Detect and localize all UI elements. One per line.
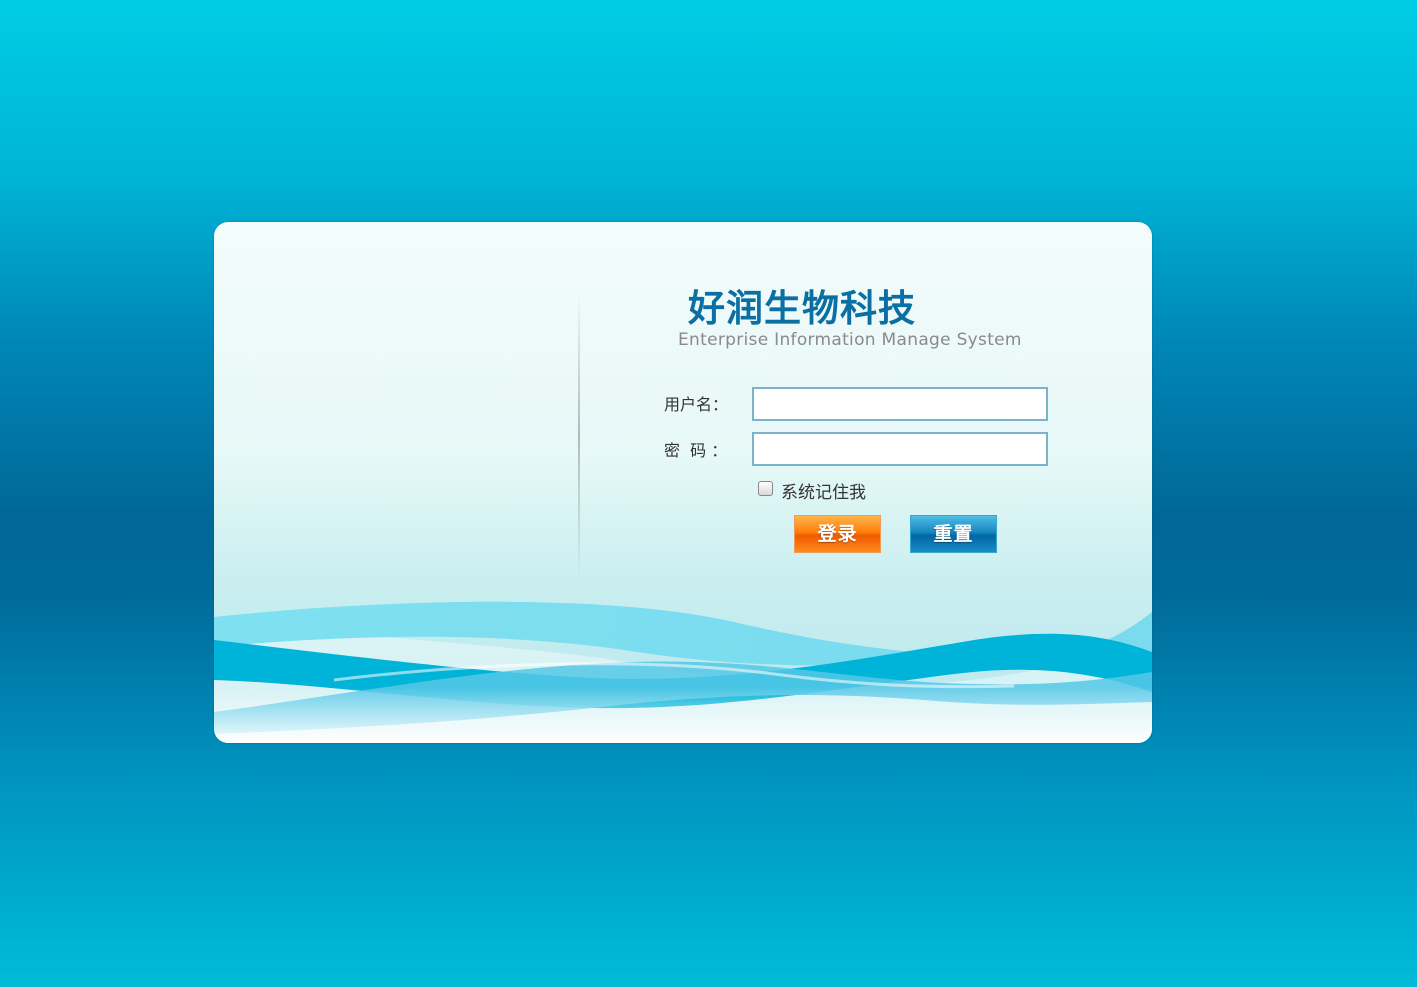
wave-decoration — [214, 601, 1152, 743]
login-page: { "brand": { "title": "好润生物科技", "subtitl… — [0, 0, 1417, 987]
password-label: 密 码 ： — [664, 441, 728, 460]
brand-title: 好润生物科技 — [688, 287, 916, 330]
login-panel: 好润生物科技 Enterprise Information Manage Sys… — [214, 222, 1152, 743]
login-button[interactable]: 登录 — [794, 515, 881, 553]
reset-button[interactable]: 重置 — [910, 515, 997, 553]
brand-subtitle: Enterprise Information Manage System — [678, 330, 1022, 350]
username-label: 用户名： — [664, 395, 729, 414]
remember-me-label[interactable]: 系统记住我 — [781, 483, 866, 503]
remember-me-checkbox[interactable] — [758, 481, 773, 496]
password-input[interactable] — [752, 432, 1048, 466]
panel-divider — [578, 292, 580, 582]
username-input[interactable] — [752, 387, 1048, 421]
